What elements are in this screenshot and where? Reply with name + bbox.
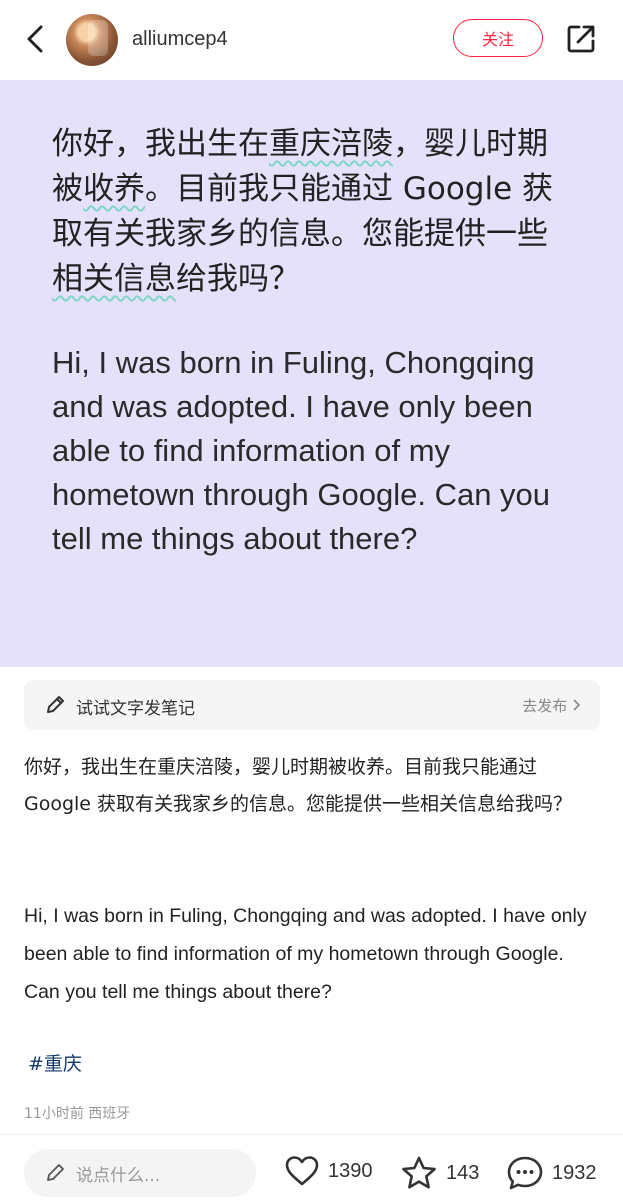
share-icon (567, 25, 595, 53)
back-chevron-icon (27, 25, 43, 53)
comment-count: 1932 (552, 1161, 597, 1184)
post-meta: 11小时前 西班牙 (24, 1106, 131, 1122)
post-body-chinese: 你好，我出生在重庆涪陵，婴儿时期被收养。目前我只能通过 Google 获取有关我… (24, 756, 573, 815)
follow-button[interactable]: 关注 (453, 19, 543, 57)
pen-icon (47, 696, 64, 713)
bottom-action-bar: 说点什么... 1390 143 1932 (0, 1134, 623, 1200)
hero-english-text: Hi, I was born in Fuling, Chongqing and … (52, 345, 551, 556)
hero-chinese-text: 你好，我出生在重庆涪陵，婴儿时期被收养。目前我只能通过 Google 获取有关我… (52, 126, 554, 297)
comment-input[interactable]: 说点什么... (24, 1149, 256, 1197)
text-note-label: 试试文字发笔记 (76, 699, 195, 719)
back-button[interactable] (18, 22, 52, 56)
collect-button[interactable]: 143 (400, 1155, 479, 1191)
avatar[interactable] (66, 14, 118, 66)
collect-count: 143 (446, 1161, 480, 1184)
heart-icon (285, 1156, 319, 1186)
post-image[interactable]: 你好，我出生在重庆涪陵，婴儿时期被收养。目前我只能通过 Google 获取有关我… (0, 80, 623, 667)
username[interactable]: alliumcep4 (132, 28, 228, 51)
post-body-english: Hi, I was born in Fuling, Chongqing and … (24, 905, 587, 1003)
publish-link[interactable]: 去发布 (522, 695, 581, 716)
chevron-right-icon (573, 699, 581, 711)
top-bar: alliumcep4 关注 (0, 0, 623, 80)
pen-icon (47, 1164, 64, 1181)
comment-placeholder: 说点什么... (76, 1165, 161, 1186)
hashtag-link[interactable]: #重庆 (28, 1049, 82, 1076)
like-button[interactable]: 1390 (284, 1155, 373, 1187)
share-button[interactable] (562, 20, 600, 58)
comment-button[interactable]: 1932 (506, 1155, 597, 1191)
comment-bubble-icon (507, 1156, 543, 1190)
like-count: 1390 (328, 1159, 373, 1182)
star-icon (402, 1156, 436, 1189)
text-note-prompt[interactable]: 试试文字发笔记 去发布 (24, 680, 600, 730)
